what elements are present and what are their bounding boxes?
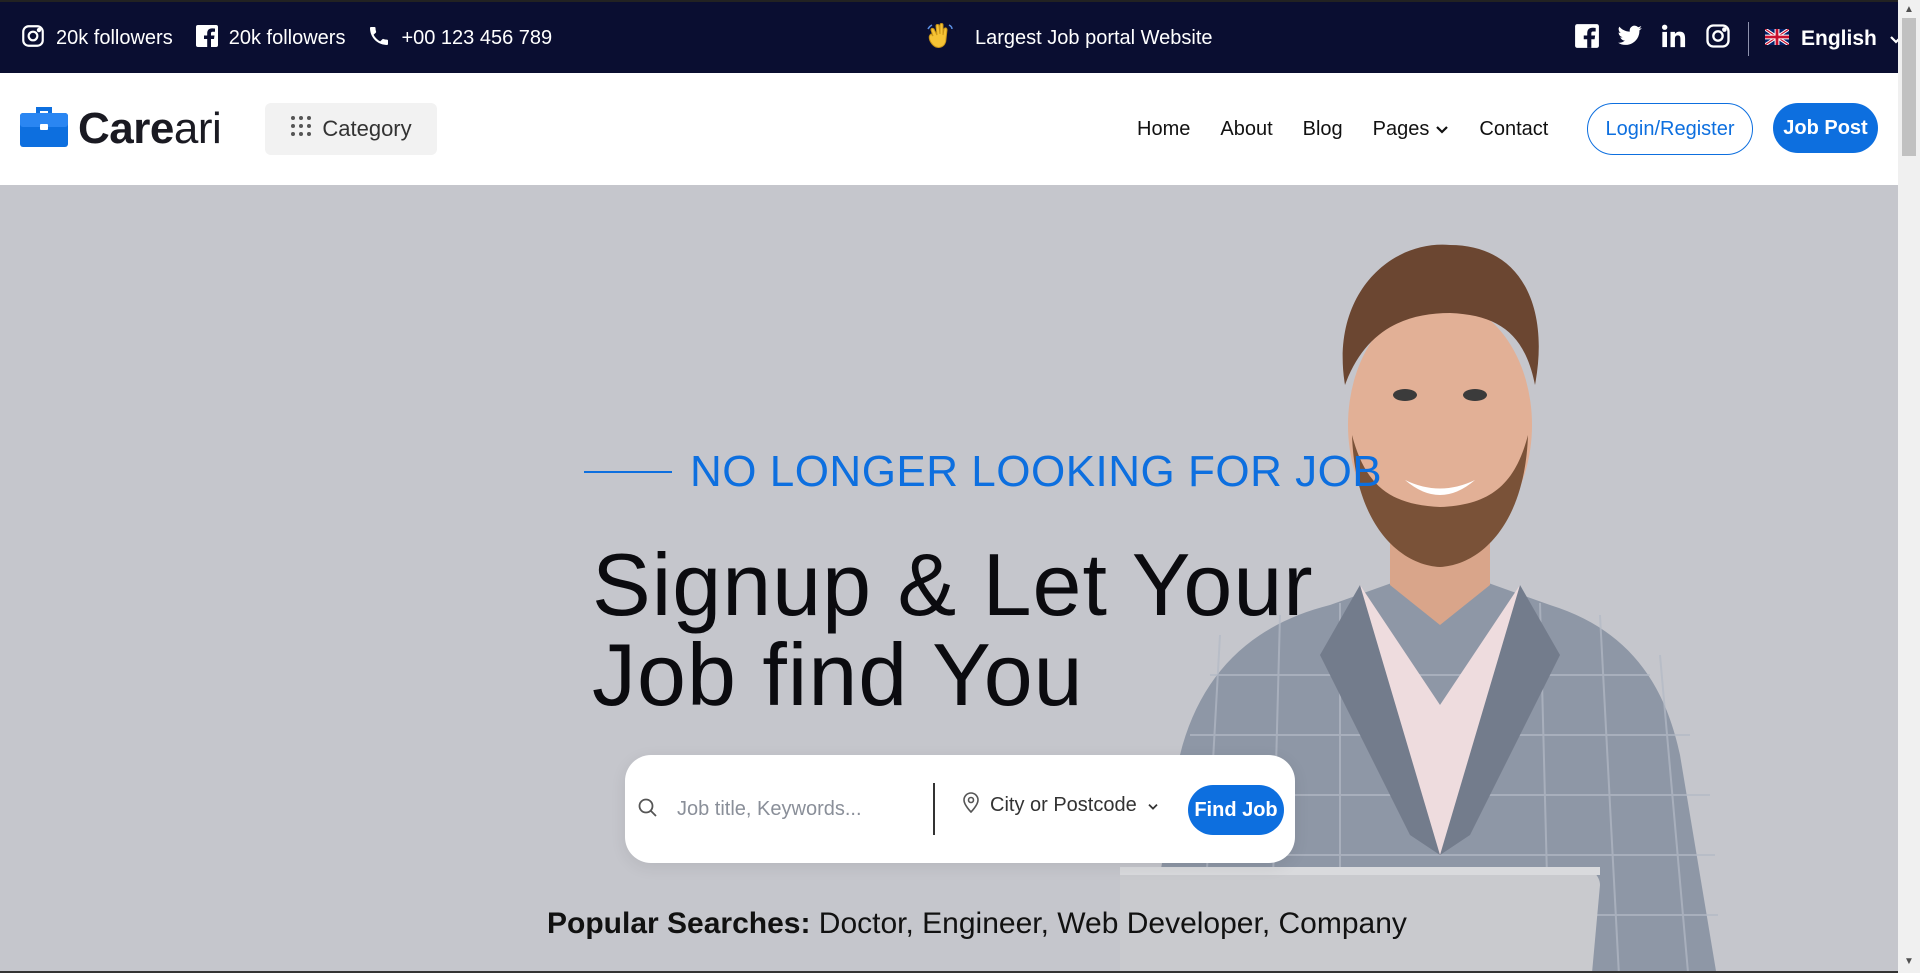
tagline: Largest Job portal Website [925,2,1213,75]
eyebrow-line [584,471,672,473]
page-scrollbar[interactable]: ▲ ▼ [1898,0,1920,973]
category-button[interactable]: Category [265,103,437,155]
instagram-followers-link[interactable]: 20k followers [20,23,173,55]
popular-searches: Popular Searches: Doctor, Engineer, Web … [547,907,1407,941]
headline-line-1: Signup & Let Your [592,535,1314,634]
logo-text-light: ari [173,103,222,153]
facebook-followers-link[interactable]: 20k followers [195,24,346,54]
category-label: Category [322,116,412,141]
location-select[interactable]: City or Postcode [962,791,1159,819]
instagram-icon[interactable] [1704,22,1732,56]
phone-number: +00 123 456 789 [401,27,553,49]
nav-about[interactable]: About [1220,118,1272,141]
tagline-text: Largest Job portal Website [975,27,1213,49]
nav-home[interactable]: Home [1137,118,1190,141]
nav-blog[interactable]: Blog [1303,118,1343,141]
scroll-down-arrow-icon[interactable]: ▼ [1904,956,1914,967]
linkedin-icon[interactable] [1660,22,1688,56]
topbar-divider [1748,21,1749,56]
hero-eyebrow: NO LONGER LOOKING FOR JOB [584,447,1382,497]
job-search-box: City or Postcode Find Job [625,755,1295,863]
instagram-followers-text: 20k followers [56,27,173,49]
social-followers: 20k followers 20k followers +00 123 456 … [20,2,552,75]
grid-icon [290,115,312,143]
facebook-followers-text: 20k followers [228,27,346,49]
login-register-button[interactable]: Login/Register [1587,103,1753,155]
eyebrow-text: NO LONGER LOOKING FOR JOB [690,447,1383,496]
scrollbar-thumb[interactable] [1902,18,1916,156]
facebook-icon [195,24,219,54]
logo-text-bold: Care [78,103,174,153]
top-bar: 20k followers 20k followers +00 123 456 … [0,0,1902,75]
search-icon [637,797,659,824]
instagram-icon [20,23,46,55]
twitter-icon[interactable] [1616,23,1644,55]
popular-searches-label: Popular Searches: [547,907,811,940]
nav-contact[interactable]: Contact [1479,118,1548,141]
logo[interactable]: Careari [18,103,222,154]
nav-pages[interactable]: Pages [1373,118,1450,141]
location-label: City or Postcode [990,793,1137,816]
chevron-down-icon [1435,118,1449,141]
keyword-input[interactable] [677,789,917,829]
facebook-icon[interactable] [1574,23,1600,55]
location-pin-icon [962,791,980,819]
scroll-up-arrow-icon[interactable]: ▲ [1904,4,1914,15]
social-and-language: English [1574,2,1903,75]
uk-flag-icon [1764,27,1790,51]
job-post-button[interactable]: Job Post [1773,103,1878,153]
nav-pages-label: Pages [1372,117,1430,140]
phone-link[interactable]: +00 123 456 789 [367,24,552,54]
find-job-button[interactable]: Find Job [1188,785,1284,835]
headline-line-2: Job find You [592,625,1084,724]
hero-headline: Signup & Let Your Job find You [592,540,1314,720]
waving-hand-icon [925,21,955,57]
briefcase-icon [18,103,70,154]
hero-section: NO LONGER LOOKING FOR JOB Signup & Let Y… [0,185,1898,972]
chevron-down-icon [1147,794,1159,817]
main-header: Careari Category Home About Blog Pages C… [0,73,1898,185]
popular-searches-terms[interactable]: Doctor, Engineer, Web Developer, Company [819,907,1407,940]
language-selector[interactable]: English [1764,26,1903,51]
logo-text: Careari [78,103,222,154]
language-label: English [1801,26,1877,50]
main-nav: Home About Blog Pages Contact [1137,73,1548,185]
phone-icon [367,24,391,54]
search-divider [933,783,935,835]
